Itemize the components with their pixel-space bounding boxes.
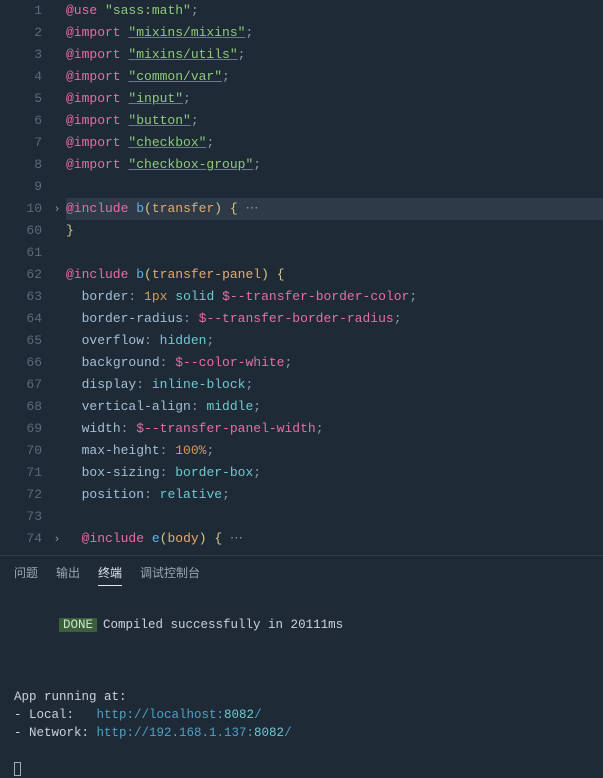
tab-output[interactable]: 输出 (56, 564, 80, 586)
line-number: 10 (0, 198, 42, 220)
code-line[interactable]: vertical-align: middle; (66, 396, 603, 418)
line-number: 9 (0, 176, 42, 198)
line-number: 71 (0, 462, 42, 484)
terminal-output[interactable]: DONE Compiled successfully in 20111ms App… (14, 598, 589, 778)
code-line[interactable]: display: inline-block; (66, 374, 603, 396)
fold-column[interactable]: ›› (48, 0, 66, 555)
local-url[interactable]: http://localhost:8082/ (97, 708, 262, 722)
code-line[interactable]: @import "mixins/utils"; (66, 44, 603, 66)
code-line[interactable]: width: $--transfer-panel-width; (66, 418, 603, 440)
code-editor[interactable]: 1234567891060616263646566676869707172737… (0, 0, 603, 555)
done-badge: DONE (59, 618, 97, 632)
code-line[interactable] (66, 242, 603, 264)
code-line[interactable]: @import "mixins/mixins"; (66, 22, 603, 44)
app-running-label: App running at: (14, 688, 589, 706)
chevron-right-icon[interactable]: › (48, 529, 66, 551)
line-number: 69 (0, 418, 42, 440)
line-number: 60 (0, 220, 42, 242)
code-line[interactable]: overflow: hidden; (66, 330, 603, 352)
line-number: 61 (0, 242, 42, 264)
code-line[interactable]: } (66, 220, 603, 242)
network-url[interactable]: http://192.168.1.137:8082/ (97, 726, 292, 740)
line-number: 8 (0, 154, 42, 176)
local-label: - Local: (14, 708, 97, 722)
line-number: 4 (0, 66, 42, 88)
code-line[interactable]: @import "common/var"; (66, 66, 603, 88)
code-line[interactable]: position: relative; (66, 484, 603, 506)
chevron-right-icon[interactable]: › (48, 199, 66, 221)
line-number: 1 (0, 0, 42, 22)
line-number: 67 (0, 374, 42, 396)
line-number-gutter: 1234567891060616263646566676869707172737… (0, 0, 48, 555)
code-line[interactable]: @import "checkbox"; (66, 132, 603, 154)
line-number: 2 (0, 22, 42, 44)
line-number: 73 (0, 506, 42, 528)
tab-debug[interactable]: 调试控制台 (140, 564, 200, 586)
code-line[interactable]: @import "checkbox-group"; (66, 154, 603, 176)
code-line[interactable]: @use "sass:math"; (66, 0, 603, 22)
code-line[interactable]: @include e(body) { ⋯ (66, 528, 603, 550)
bottom-panel: 问题输出终端调试控制台 DONE Compiled successfully in… (0, 555, 603, 768)
code-line[interactable]: @include b(transfer-panel) { (66, 264, 603, 286)
code-line[interactable]: max-height: 100%; (66, 440, 603, 462)
code-line[interactable]: border: 1px solid $--transfer-border-col… (66, 286, 603, 308)
panel-tabs: 问题输出终端调试控制台 (14, 564, 589, 586)
line-number: 7 (0, 132, 42, 154)
code-line[interactable]: @include b(transfer) { ⋯ (66, 198, 603, 220)
line-number: 66 (0, 352, 42, 374)
line-number: 65 (0, 330, 42, 352)
tab-terminal[interactable]: 终端 (98, 564, 122, 586)
line-number: 6 (0, 110, 42, 132)
code-line[interactable]: background: $--color-white; (66, 352, 603, 374)
network-label: - Network: (14, 726, 97, 740)
line-number: 72 (0, 484, 42, 506)
terminal-cursor (14, 762, 21, 776)
line-number: 64 (0, 308, 42, 330)
compile-status: Compiled successfully in 20111ms (103, 618, 343, 632)
code-line[interactable]: box-sizing: border-box; (66, 462, 603, 484)
line-number: 62 (0, 264, 42, 286)
code-line[interactable]: border-radius: $--transfer-border-radius… (66, 308, 603, 330)
line-number: 3 (0, 44, 42, 66)
tab-problems[interactable]: 问题 (14, 564, 38, 586)
line-number: 70 (0, 440, 42, 462)
code-line[interactable] (66, 176, 603, 198)
line-number: 68 (0, 396, 42, 418)
code-line[interactable] (66, 506, 603, 528)
code-line[interactable]: @import "input"; (66, 88, 603, 110)
line-number: 63 (0, 286, 42, 308)
line-number: 5 (0, 88, 42, 110)
line-number: 74 (0, 528, 42, 550)
code-area[interactable]: @use "sass:math";@import "mixins/mixins"… (66, 0, 603, 555)
code-line[interactable]: @import "button"; (66, 110, 603, 132)
